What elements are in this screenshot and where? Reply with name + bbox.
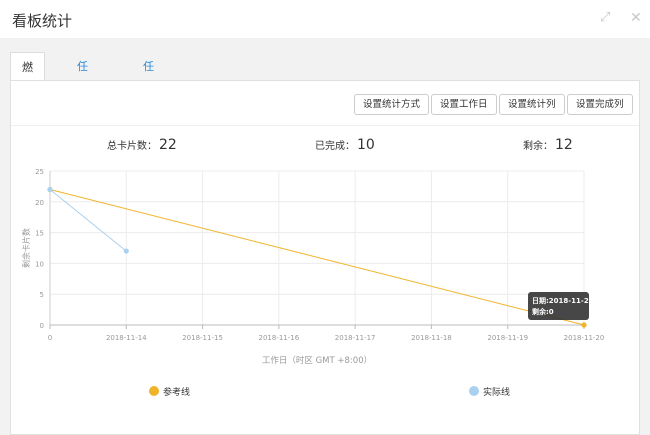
y-tick-label: 20 (35, 199, 44, 207)
reference-line-series (49, 188, 585, 326)
legend-reference-dot (149, 386, 159, 396)
y-tick-label: 0 (40, 322, 44, 330)
tooltip-remaining: 剩余:0 (532, 307, 554, 316)
reference-line-point (581, 322, 587, 328)
legend-reference[interactable]: 参考线 (149, 385, 190, 398)
burndown-chart: 0 5 10 15 20 25 0 2018-11-14 2018-11-15 2018-11-1… (21, 168, 605, 366)
tab-task-cycle[interactable]: 任务周期 (132, 52, 165, 160)
stat-done: 已完成： 10 (315, 137, 375, 153)
expand-icon[interactable]: ⤢ (600, 10, 610, 25)
x-tick-label: 2018-11-20 (564, 334, 605, 342)
stat-done-value: 10 (357, 137, 375, 153)
legend-reference-label: 参考线 (163, 388, 191, 398)
y-axis-label: 剩余卡片数 (21, 228, 31, 268)
legend-actual-dot (469, 386, 479, 396)
x-tick-label: 0 (48, 334, 52, 342)
dialog-header: 看板统计 ⤢ ✕ (0, 0, 650, 38)
stat-remaining: 剩余： 12 (523, 137, 573, 153)
legend-actual-label: 实际线 (483, 388, 511, 398)
stat-total-value: 22 (159, 137, 177, 153)
set-done-columns-button[interactable]: 设置完成列 (567, 94, 633, 115)
y-tick-label: 10 (35, 260, 44, 268)
stat-remaining-label: 剩余： (523, 141, 553, 152)
dialog-title: 看板统计 (12, 12, 73, 30)
x-tick-label: 2018-11-18 (411, 334, 452, 342)
x-tick-label: 2018-11-16 (259, 334, 300, 342)
stat-done-label: 已完成： (315, 141, 355, 152)
stat-remaining-value: 12 (555, 137, 573, 153)
legend-actual[interactable]: 实际线 (469, 385, 510, 398)
x-tick-label: 2018-11-14 (106, 334, 147, 342)
set-workday-button[interactable]: 设置工作日 (431, 94, 497, 115)
y-tick-label: 5 (40, 291, 44, 299)
x-tick-label: 2018-11-17 (335, 334, 376, 342)
tooltip-date: 日期:2018-11-20 (532, 296, 594, 305)
stat-total-label: 总卡片数： (107, 141, 157, 152)
stat-total: 总卡片数： 22 (107, 137, 177, 153)
set-stat-method-button[interactable]: 设置统计方式 (354, 94, 430, 115)
stats-bar: 总卡片数： 22 已完成： 10 剩余： 12 (11, 133, 639, 155)
set-stat-columns-button[interactable]: 设置统计列 (499, 94, 565, 115)
toolbar: 设置统计方式 设置工作日 设置统计列 设置完成列 (11, 81, 639, 126)
close-icon[interactable]: ✕ (630, 10, 642, 26)
x-tick-label: 2018-11-19 (487, 334, 528, 342)
x-axis-label: 工作日（时区 GMT +8:00） (262, 355, 372, 366)
actual-line-point (47, 186, 53, 193)
tab-burndown[interactable]: 燃尽图 (10, 52, 45, 132)
y-tick-label: 15 (35, 230, 44, 238)
y-tick-label: 25 (35, 168, 44, 176)
x-tick-label: 2018-11-15 (182, 334, 223, 342)
burndown-panel: 设置统计方式 设置工作日 设置统计列 设置完成列 总卡片数： 22 已完成： 10 … (10, 80, 640, 435)
tab-task-distribution[interactable]: 任务分布 (66, 52, 99, 160)
actual-line-point (123, 248, 129, 254)
